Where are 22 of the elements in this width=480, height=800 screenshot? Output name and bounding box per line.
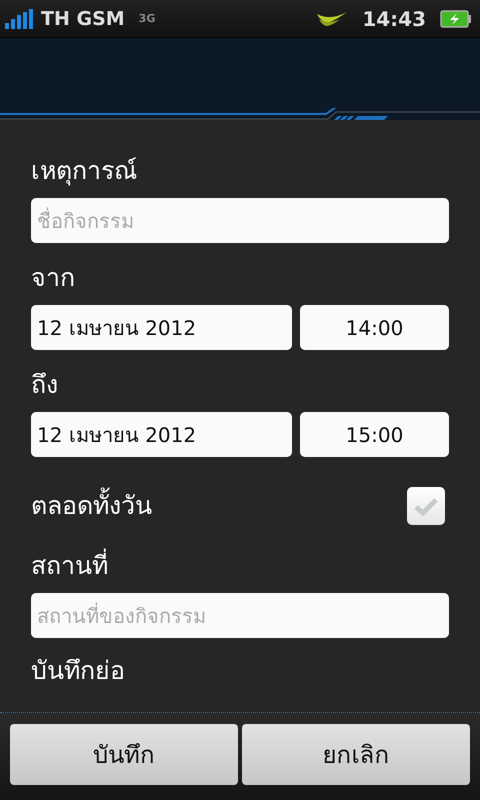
action-button[interactable]: ยกเลิก xyxy=(242,724,470,785)
signal-icon xyxy=(5,8,35,28)
network-type: 3G xyxy=(138,12,156,25)
carrier-name: TH GSM xyxy=(41,8,125,30)
checkmark-icon xyxy=(413,495,439,517)
notes-label: บันทึกย่อ xyxy=(31,655,126,687)
from-label: จาก xyxy=(31,262,76,294)
event-name-field[interactable]: ชื่อกิจกรรม xyxy=(31,198,449,243)
event-label: เหตุการณ์ xyxy=(31,155,138,188)
time-field[interactable]: 15:00 xyxy=(300,412,449,457)
all-day-checkbox[interactable] xyxy=(407,487,445,525)
clock: 14:43 xyxy=(362,6,426,30)
action-button[interactable]: บันทึก xyxy=(10,724,238,785)
location-field[interactable]: สถานที่ของกิจกรรม xyxy=(31,593,449,638)
date-field[interactable]: 12 เมษายน 2012 xyxy=(31,412,292,457)
date-field[interactable]: 12 เมษายน 2012 xyxy=(31,305,292,350)
all-day-label: ตลอดทั้งวัน xyxy=(31,489,152,523)
time-field[interactable]: 14:00 xyxy=(300,305,449,350)
location-label: สถานที่ xyxy=(31,549,449,583)
swoosh-icon xyxy=(316,10,348,26)
battery-icon xyxy=(440,10,472,28)
to-label: ถึง xyxy=(31,369,59,401)
